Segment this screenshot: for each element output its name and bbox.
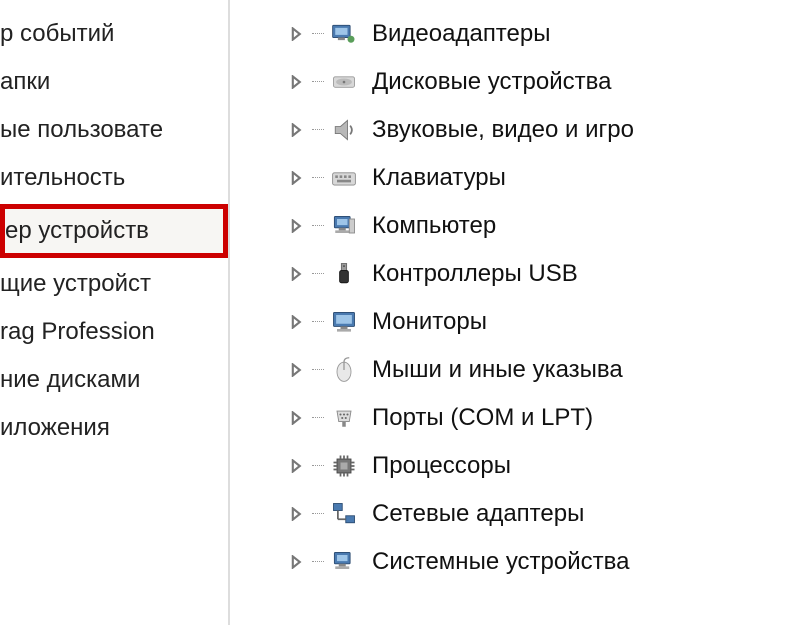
expand-icon[interactable]	[290, 75, 304, 89]
tree-item-monitors[interactable]: Мониторы	[290, 298, 807, 346]
nav-item[interactable]: rag Profession	[0, 308, 228, 356]
tree-label: Звуковые, видео и игро	[372, 116, 634, 144]
tree-label: Клавиатуры	[372, 164, 506, 192]
expand-icon[interactable]	[290, 219, 304, 233]
expand-icon[interactable]	[290, 555, 304, 569]
nav-item[interactable]: ительность	[0, 154, 228, 202]
nav-label: ительность	[0, 164, 125, 191]
tree-item-keyboards[interactable]: Клавиатуры	[290, 154, 807, 202]
tree-connector	[312, 561, 324, 563]
port-icon	[328, 402, 360, 434]
tree-label: Системные устройства	[372, 548, 629, 576]
nav-label: апки	[0, 68, 50, 95]
tree-connector	[312, 129, 324, 131]
tree-item-usb[interactable]: Контроллеры USB	[290, 250, 807, 298]
processor-icon	[328, 450, 360, 482]
nav-label: rag Profession	[0, 318, 155, 345]
tree-item-display-adapters[interactable]: Видеоадаптеры	[290, 10, 807, 58]
tree-connector	[312, 81, 324, 83]
keyboard-icon	[328, 162, 360, 194]
tree-item-network[interactable]: Сетевые адаптеры	[290, 490, 807, 538]
nav-label: р событий	[0, 20, 114, 47]
expand-icon[interactable]	[290, 171, 304, 185]
tree-connector	[312, 273, 324, 275]
tree-label: Компьютер	[372, 212, 496, 240]
tree-label: Видеоадаптеры	[372, 20, 550, 48]
nav-label: иложения	[0, 414, 110, 441]
computer-icon	[328, 210, 360, 242]
tree-item-disk-drives[interactable]: Дисковые устройства	[290, 58, 807, 106]
tree-connector	[312, 33, 324, 35]
monitor-icon	[328, 306, 360, 338]
nav-item[interactable]: ние дисками	[0, 356, 228, 404]
window-content: р событий апки ые пользовате ительность …	[0, 0, 807, 625]
tree-label: Контроллеры USB	[372, 260, 578, 288]
tree-connector	[312, 321, 324, 323]
expand-icon[interactable]	[290, 411, 304, 425]
nav-label: ые пользовате	[0, 116, 163, 143]
sound-icon	[328, 114, 360, 146]
tree-connector	[312, 369, 324, 371]
tree-label: Дисковые устройства	[372, 68, 611, 96]
nav-item[interactable]: апки	[0, 58, 228, 106]
nav-item[interactable]: иложения	[0, 404, 228, 452]
tree-label: Процессоры	[372, 452, 511, 480]
nav-item[interactable]: р событий	[0, 10, 228, 58]
tree-connector	[312, 225, 324, 227]
tree-item-computer[interactable]: Компьютер	[290, 202, 807, 250]
network-icon	[328, 498, 360, 530]
left-nav-pane: р событий апки ые пользовате ительность …	[0, 0, 230, 625]
tree-connector	[312, 513, 324, 515]
tree-item-sound[interactable]: Звуковые, видео и игро	[290, 106, 807, 154]
device-tree-pane: Видеоадаптеры Дисковые устройства Звуков…	[230, 0, 807, 625]
expand-icon[interactable]	[290, 267, 304, 281]
expand-icon[interactable]	[290, 123, 304, 137]
nav-item-device-manager[interactable]: ер устройств	[0, 204, 228, 258]
nav-label: щие устройст	[0, 270, 151, 297]
nav-item[interactable]: щие устройст	[0, 260, 228, 308]
mouse-icon	[328, 354, 360, 386]
tree-item-mice[interactable]: Мыши и иные указыва	[290, 346, 807, 394]
nav-item[interactable]: ые пользовате	[0, 106, 228, 154]
system-device-icon	[328, 546, 360, 578]
expand-icon[interactable]	[290, 27, 304, 41]
tree-label: Мониторы	[372, 308, 487, 336]
expand-icon[interactable]	[290, 459, 304, 473]
disk-drive-icon	[328, 66, 360, 98]
tree-label: Порты (COM и LPT)	[372, 404, 593, 432]
expand-icon[interactable]	[290, 315, 304, 329]
tree-label: Сетевые адаптеры	[372, 500, 584, 528]
display-adapter-icon	[328, 18, 360, 50]
expand-icon[interactable]	[290, 363, 304, 377]
tree-connector	[312, 417, 324, 419]
usb-icon	[328, 258, 360, 290]
tree-connector	[312, 177, 324, 179]
tree-item-processors[interactable]: Процессоры	[290, 442, 807, 490]
expand-icon[interactable]	[290, 507, 304, 521]
tree-item-system-devices[interactable]: Системные устройства	[290, 538, 807, 586]
tree-item-ports[interactable]: Порты (COM и LPT)	[290, 394, 807, 442]
tree-label: Мыши и иные указыва	[372, 356, 623, 384]
nav-label: ер устройств	[5, 217, 149, 244]
tree-connector	[312, 465, 324, 467]
nav-label: ние дисками	[0, 366, 140, 393]
